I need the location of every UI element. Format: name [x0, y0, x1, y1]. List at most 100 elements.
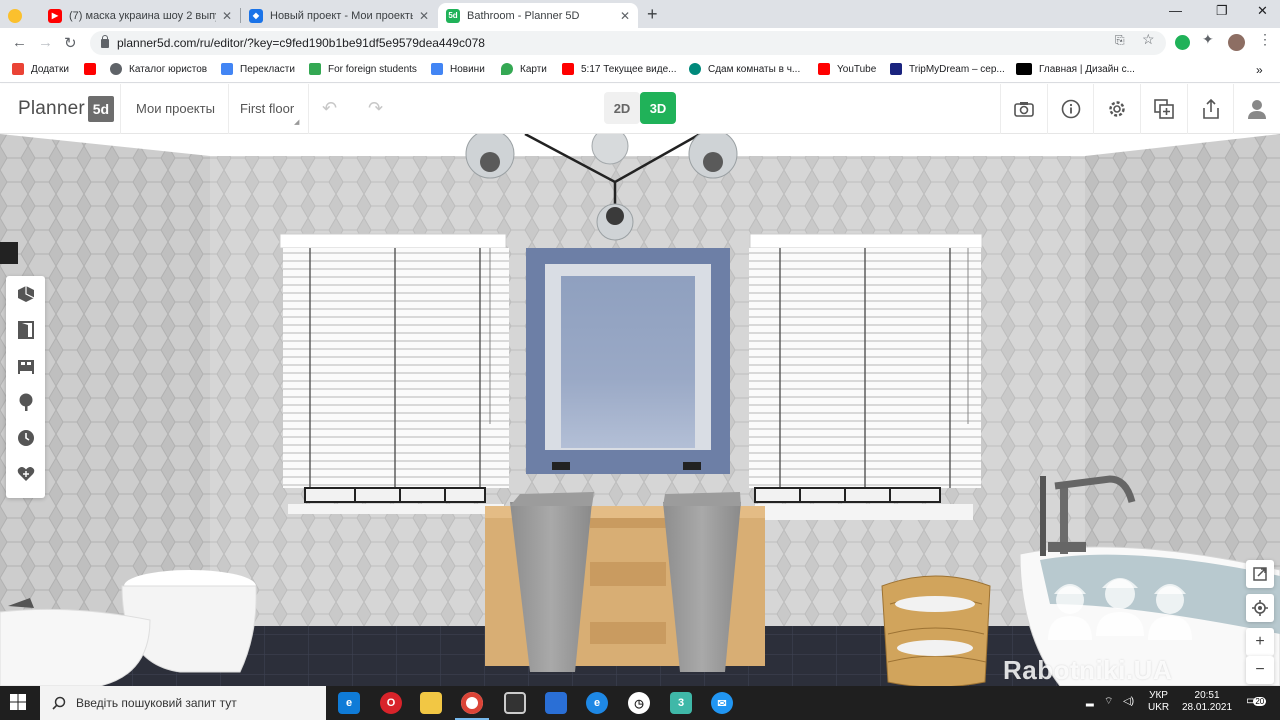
exterior-tool[interactable]: [16, 392, 36, 412]
construction-tool[interactable]: [16, 284, 36, 304]
favorites-tool[interactable]: [16, 464, 36, 484]
bookmark-youtube-video[interactable]: [84, 63, 103, 75]
camera-button[interactable]: [1000, 84, 1046, 134]
extensions-puzzle-icon[interactable]: ✦: [1202, 31, 1214, 48]
plus-icon: +: [1255, 633, 1265, 650]
edge-new-app-icon[interactable]: e: [586, 692, 608, 714]
fullscreen-button[interactable]: [1246, 560, 1274, 588]
3d-viewer-icon[interactable]: 3: [670, 692, 692, 714]
bookmark-label: YouTube: [837, 63, 877, 75]
bookmark-translate[interactable]: Перекласти: [221, 63, 295, 75]
avatar[interactable]: [1228, 34, 1245, 51]
camera-icon: [1013, 102, 1034, 117]
url-text[interactable]: planner5d.com/ru/editor/?key=c9fed190b1b…: [117, 36, 485, 50]
rooms-icon: [689, 63, 701, 75]
more-bookmarks-icon[interactable]: »: [1256, 63, 1263, 77]
pinned-tab[interactable]: [0, 3, 38, 28]
bookmark-tripmydream[interactable]: TripMyDream – сер...: [890, 63, 1005, 75]
doors-windows-tool[interactable]: [16, 320, 36, 340]
bookmark-youtube[interactable]: YouTube: [818, 63, 876, 75]
tray-wifi-icon[interactable]: ⌔: [1104, 696, 1113, 708]
close-icon[interactable]: ✕: [222, 9, 232, 23]
zoom-in-button[interactable]: +: [1246, 628, 1274, 656]
bookmark-lawyers[interactable]: Каталог юристов: [110, 63, 207, 75]
undo-icon[interactable]: ↶: [322, 98, 337, 119]
bookmark-maps[interactable]: Карти: [501, 63, 547, 75]
windows-start-icon[interactable]: [10, 694, 26, 710]
bookmark-news[interactable]: Новини: [431, 63, 485, 75]
language-code: УКР: [1149, 690, 1168, 701]
tray-network-icon[interactable]: ▂: [1086, 696, 1094, 708]
maximize-icon[interactable]: ❐: [1216, 3, 1228, 19]
info-button[interactable]: [1047, 84, 1093, 134]
extension-icon[interactable]: [1175, 35, 1190, 50]
language-indicator[interactable]: УКР UKR: [1148, 690, 1169, 714]
bookmark-wix[interactable]: Главная | Дизайн с...: [1016, 63, 1135, 75]
bookmark-current-video[interactable]: 5:17 Текущее виде...: [562, 63, 676, 75]
tab-youtube[interactable]: ▶ (7) маска украина шоу 2 выпус ✕: [40, 3, 240, 28]
user-icon: [1247, 100, 1266, 119]
close-icon[interactable]: ✕: [419, 9, 429, 23]
share-button[interactable]: [1187, 84, 1233, 134]
youtube-icon: [818, 63, 830, 75]
bookmark-label: Додатки: [31, 63, 69, 75]
logo-badge: 5d: [87, 96, 114, 122]
locate-button[interactable]: [1246, 594, 1274, 622]
clock[interactable]: 20:51 28.01.2021: [1182, 690, 1232, 714]
opera-app-icon[interactable]: O: [380, 692, 402, 714]
recent-items-tool[interactable]: [16, 428, 36, 448]
add-floor-button[interactable]: [1140, 84, 1186, 134]
taskbar-search[interactable]: Введіть пошуковий запит тут: [40, 686, 326, 720]
menu-kebab-icon[interactable]: ⋮: [1258, 31, 1272, 48]
divider: [120, 84, 121, 134]
window-close-icon[interactable]: ✕: [1257, 3, 1268, 19]
bookmark-rooms[interactable]: Сдам комнаты в ч...: [689, 63, 800, 75]
language-code-latin: UKR: [1148, 702, 1170, 713]
share-icon: [1202, 98, 1219, 119]
furniture-tool[interactable]: [16, 356, 36, 376]
bookmark-foreign-students[interactable]: For foreign students: [309, 63, 417, 75]
view-2d-button[interactable]: 2D: [604, 92, 640, 124]
photos-app-icon[interactable]: [545, 692, 567, 714]
settings-button[interactable]: [1093, 84, 1139, 134]
notification-center-icon[interactable]: ▭20: [1246, 694, 1267, 708]
redo-icon[interactable]: ↷: [368, 98, 383, 119]
heart-icon: [17, 467, 35, 481]
omnibox[interactable]: planner5d.com/ru/editor/?key=c9fed190b1b…: [90, 31, 1166, 55]
tab-title: (7) маска украина шоу 2 выпус: [69, 9, 216, 22]
floor-selector[interactable]: First floor: [240, 101, 294, 116]
translate-icon[interactable]: ⎘: [1115, 33, 1125, 48]
close-icon[interactable]: ✕: [620, 9, 630, 23]
minimize-icon[interactable]: —: [1169, 3, 1182, 18]
my-projects-link[interactable]: Мои проекты: [136, 101, 215, 116]
bookmark-label: For foreign students: [328, 63, 417, 75]
app-header: Planner 5d Мои проекты First floor ◢ ↶ ↷…: [0, 84, 1280, 134]
bookmark-label: Карти: [520, 63, 547, 75]
edge-app-icon[interactable]: e: [338, 692, 360, 714]
view-3d-button[interactable]: 3D: [640, 92, 676, 124]
search-placeholder: Введіть пошуковий запит тут: [76, 696, 237, 710]
tab-new-project[interactable]: ◆ Новый проект - Мои проекты - ✕: [241, 3, 437, 28]
back-icon[interactable]: ←: [12, 34, 27, 51]
tripmydream-icon: [890, 63, 902, 75]
zoom-out-button[interactable]: −: [1246, 656, 1274, 684]
user-profile-button[interactable]: [1233, 84, 1279, 134]
chrome-app-icon[interactable]: [461, 692, 483, 714]
bookmark-star-icon[interactable]: ☆: [1142, 31, 1155, 48]
file-explorer-icon[interactable]: [420, 692, 442, 714]
news-icon: [431, 63, 443, 75]
bed-icon: [18, 360, 34, 374]
planner5d-logo[interactable]: Planner 5d: [18, 96, 114, 122]
clock-app-icon[interactable]: ◷: [628, 692, 650, 714]
forward-icon[interactable]: →: [38, 34, 53, 51]
wix-icon: [1016, 63, 1032, 75]
youtube-icon: [84, 63, 96, 75]
tab-bathroom[interactable]: 5d Bathroom - Planner 5D ✕: [438, 3, 638, 28]
bookmark-apps[interactable]: Додатки: [12, 63, 69, 75]
movies-app-icon[interactable]: [504, 692, 526, 714]
reload-icon[interactable]: ↻: [64, 34, 77, 52]
new-tab-icon[interactable]: +: [647, 4, 658, 25]
tray-volume-icon[interactable]: ◁): [1123, 696, 1134, 708]
mail-app-icon[interactable]: ✉: [711, 692, 733, 714]
notification-count: 20: [1253, 697, 1267, 706]
